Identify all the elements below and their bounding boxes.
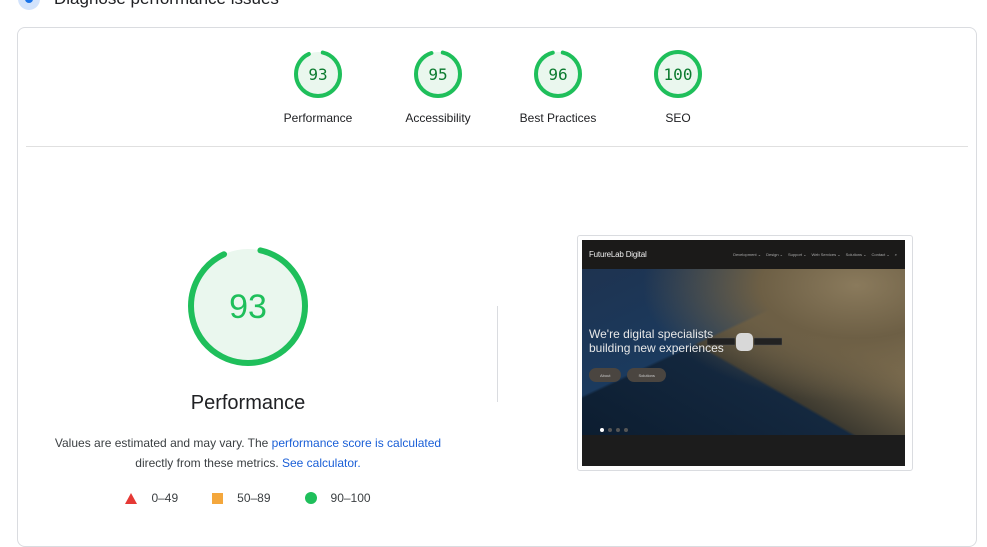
score-calculated-link[interactable]: performance score is calculated <box>272 436 441 450</box>
gauge-ring: 96 <box>534 50 582 98</box>
page-screenshot: FutureLab Digital Development ⌄ Design ⌄ S… <box>582 240 905 466</box>
screenshot-menu: Development ⌄ Design ⌄ Support ⌄ Web Servic… <box>733 252 897 257</box>
gauge-label: SEO <box>665 111 691 125</box>
section-title: Diagnose performance issues <box>54 0 279 9</box>
performance-description: Values are estimated and may vary. The p… <box>54 436 442 470</box>
screenshot-menu-item: Development ⌄ <box>733 252 762 257</box>
gauge-label: Accessibility <box>405 111 471 125</box>
section-header: Diagnose performance issues <box>18 0 279 10</box>
legend-fail: 0–49 <box>125 491 178 505</box>
gauge-best-practices[interactable]: 96 Best Practices <box>508 50 608 125</box>
screenshot-menu-item: Support ⌄ <box>788 252 807 257</box>
report-card: 93 Performance 95 Accessibility 96 Best Pra… <box>17 27 977 547</box>
performance-ring: 93 <box>188 246 308 366</box>
score-legend: 0–49 50–89 90–100 <box>48 491 448 505</box>
gauge-ring: 95 <box>414 50 462 98</box>
gauge-ring: 93 <box>294 50 342 98</box>
category-gauges: 93 Performance 95 Accessibility 96 Best Pra… <box>18 28 976 147</box>
carousel-dots <box>600 428 628 432</box>
gauge-seo[interactable]: 100 SEO <box>628 50 728 125</box>
see-calculator-link[interactable]: See calculator. <box>282 456 361 470</box>
gauge-score: 95 <box>428 65 447 84</box>
vertical-divider <box>497 306 498 402</box>
triangle-icon <box>125 492 138 504</box>
gauge-accessibility[interactable]: 95 Accessibility <box>388 50 488 125</box>
performance-title: Performance <box>190 392 306 414</box>
screenshot-menu-item: Contact ⌄ <box>871 252 890 257</box>
screenshot-nav: FutureLab Digital Development ⌄ Design ⌄ S… <box>582 240 905 269</box>
divider <box>26 146 968 147</box>
screenshot-hero: We're digital specialists building new e… <box>582 269 905 435</box>
screenshot-menu-item: Design ⌄ <box>766 252 784 257</box>
spacecraft-image <box>707 333 782 351</box>
gauge-performance[interactable]: 93 Performance <box>268 50 368 125</box>
legend-average: 50–89 <box>212 491 271 505</box>
performance-big-gauge: 93 <box>48 246 448 366</box>
screenshot-menu-item: ⌕ <box>894 252 897 257</box>
circle-icon <box>304 492 317 504</box>
gauge-ring: 100 <box>654 50 702 98</box>
square-icon <box>212 492 224 504</box>
gauge-score: 100 <box>664 65 693 84</box>
section-dot-icon <box>18 0 40 10</box>
gauge-label: Best Practices <box>519 111 597 125</box>
performance-summary: 93 Performance Values are estimated and … <box>48 246 448 505</box>
gauge-label: Performance <box>283 111 353 125</box>
screenshot-logo: FutureLab Digital <box>589 250 647 259</box>
final-screenshot[interactable]: FutureLab Digital Development ⌄ Design ⌄ S… <box>577 235 913 471</box>
gauge-score: 93 <box>308 65 327 84</box>
screenshot-menu-item: Web Services ⌄ <box>811 252 841 257</box>
screenshot-headline: We're digital specialists building new e… <box>589 327 724 355</box>
screenshot-menu-item: Solutions ⌄ <box>845 252 867 257</box>
gauge-score: 93 <box>229 288 267 326</box>
gauge-score: 96 <box>548 65 567 84</box>
legend-pass: 90–100 <box>304 491 371 505</box>
screenshot-solutions-button: Solutions <box>627 368 666 382</box>
screenshot-about-button: About <box>589 368 622 382</box>
screenshot-buttons: About Solutions <box>589 368 666 382</box>
